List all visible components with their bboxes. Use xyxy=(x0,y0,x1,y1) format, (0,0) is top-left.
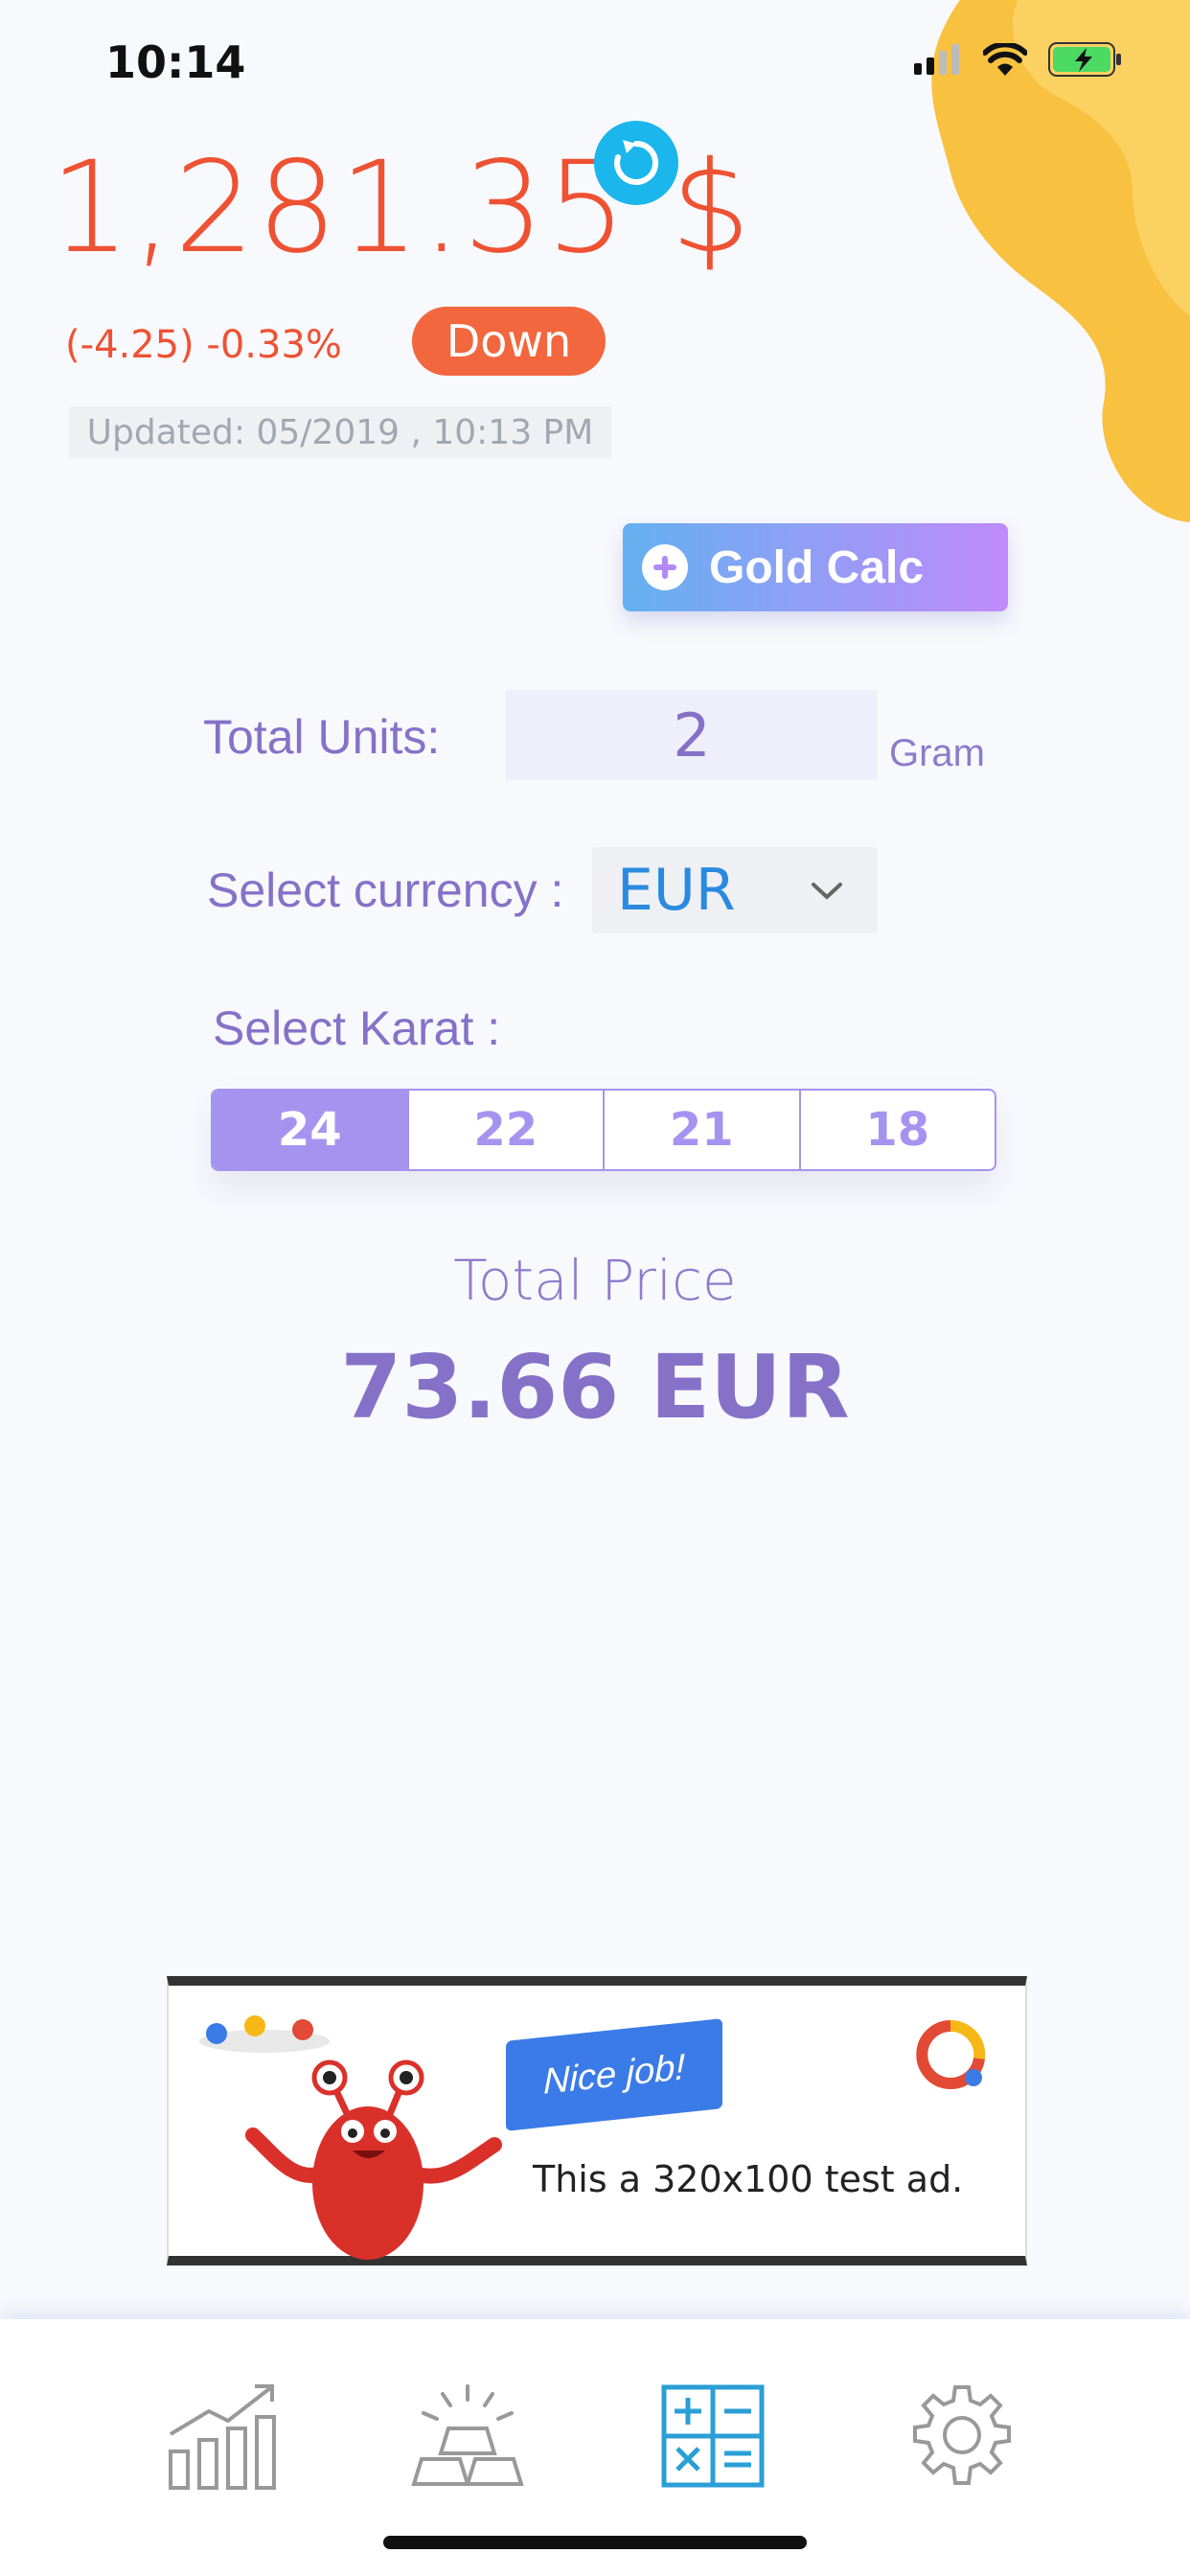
updated-timestamp: Updated: 05/2019 , 10:13 PM xyxy=(69,406,611,458)
tab-calculator[interactable] xyxy=(655,2379,770,2494)
home-indicator xyxy=(383,2536,807,2549)
tab-settings[interactable] xyxy=(904,2379,1019,2494)
refresh-button[interactable] xyxy=(594,121,678,205)
tab-gold[interactable] xyxy=(410,2379,525,2494)
gold-calc-button[interactable]: Gold Calc xyxy=(623,523,1008,611)
karat-option-21[interactable]: 21 xyxy=(603,1091,799,1169)
currency-value: EUR xyxy=(617,857,736,924)
currency-select[interactable]: EUR xyxy=(592,847,878,933)
ad-text: This a 320x100 test ad. xyxy=(533,2158,964,2200)
plus-icon xyxy=(642,544,688,590)
tab-chart[interactable] xyxy=(165,2379,280,2494)
calculator-icon xyxy=(661,2384,765,2488)
units-input[interactable]: 2 xyxy=(506,690,878,780)
battery-icon xyxy=(1048,42,1121,77)
chart-icon xyxy=(169,2384,276,2490)
decorative-blob xyxy=(931,0,1190,522)
unit-name: Gram xyxy=(889,732,985,774)
units-label: Total Units: xyxy=(203,710,441,764)
status-time: 10:14 xyxy=(105,36,246,88)
currency-label: Select currency : xyxy=(207,863,564,917)
karat-option-22[interactable]: 22 xyxy=(406,1091,604,1169)
trend-badge: Down xyxy=(412,307,606,376)
ad-monster-icon xyxy=(245,2059,502,2260)
gold-bars-icon xyxy=(411,2384,524,2486)
karat-segmented-control: 24 22 21 18 xyxy=(211,1089,996,1171)
ad-logo-icon xyxy=(916,2020,986,2089)
price-change: (-4.25) -0.33% xyxy=(65,323,342,367)
wifi-icon xyxy=(983,43,1027,76)
ad-banner[interactable]: Nice job! This a 320x100 test ad. xyxy=(167,1976,1027,2266)
total-price-label: Total Price xyxy=(453,1248,737,1313)
status-icons xyxy=(914,42,1123,77)
karat-option-18[interactable]: 18 xyxy=(798,1091,995,1169)
ad-headline: Nice job! xyxy=(506,2018,722,2131)
karat-option-24[interactable]: 24 xyxy=(213,1091,407,1169)
signal-icon xyxy=(914,44,959,75)
total-price-value: 73.66 EUR xyxy=(340,1336,850,1438)
gold-calc-label: Gold Calc xyxy=(709,541,925,593)
karat-label: Select Karat : xyxy=(213,1001,501,1055)
refresh-icon xyxy=(614,140,659,185)
settings-icon xyxy=(913,2385,1011,2485)
ad-toy-icon xyxy=(199,2015,330,2053)
chevron-down-icon xyxy=(812,883,842,900)
